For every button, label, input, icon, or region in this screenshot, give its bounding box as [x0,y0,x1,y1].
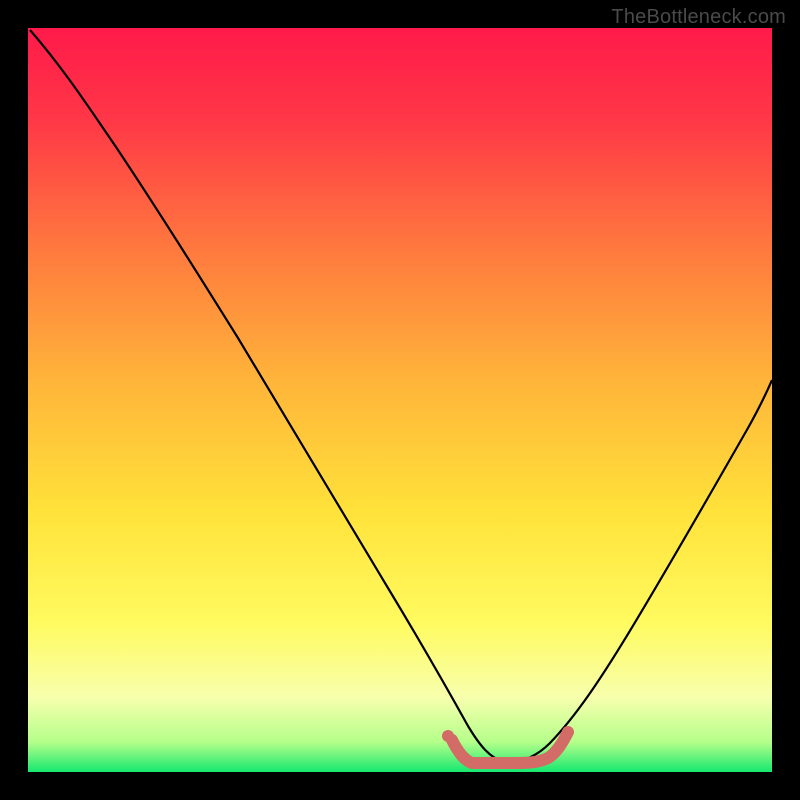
watermark-text: TheBottleneck.com [611,6,786,29]
plot-area [28,28,772,772]
gradient-background [28,28,772,772]
bottleneck-chart: TheBottleneck.com [0,0,800,800]
